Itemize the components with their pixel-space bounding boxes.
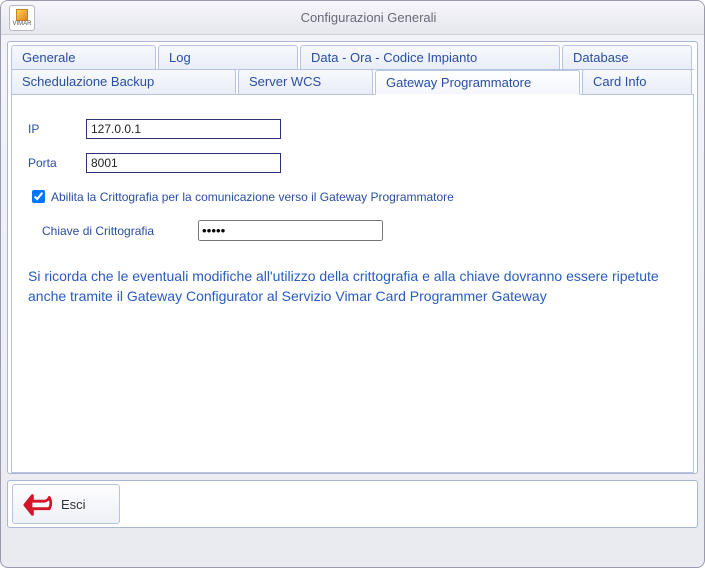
enable-crypto-label: Abilita la Crittografia per la comunicaz… — [51, 190, 454, 204]
tab-content: IP Porta Abilita la Crittografia per la … — [11, 95, 694, 473]
titlebar: VIMAR Configurazioni Generali — [1, 1, 704, 35]
crypto-note: Si ricorda che le eventuali modifiche al… — [28, 267, 668, 306]
crypto-key-label: Chiave di Crittografia — [28, 224, 198, 238]
porta-label: Porta — [28, 156, 86, 170]
tab-card-info[interactable]: Card Info — [582, 69, 692, 94]
window-title: Configurazioni Generali — [41, 10, 696, 25]
ip-label: IP — [28, 122, 86, 136]
tab-schedulazione-backup[interactable]: Schedulazione Backup — [11, 69, 236, 94]
crypto-key-input[interactable] — [198, 220, 383, 241]
tab-database[interactable]: Database — [562, 45, 692, 69]
ip-input[interactable] — [86, 119, 281, 139]
tab-gateway-programmatore[interactable]: Gateway Programmatore — [375, 70, 580, 95]
tab-row-1: Generale Log Data - Ora - Codice Impiant… — [11, 45, 694, 70]
tab-log[interactable]: Log — [158, 45, 298, 69]
back-arrow-icon — [23, 491, 53, 517]
tab-data-ora[interactable]: Data - Ora - Codice Impianto — [300, 45, 560, 69]
tab-server-wcs[interactable]: Server WCS — [238, 69, 373, 94]
row-crypto-key: Chiave di Crittografia — [28, 220, 677, 241]
window: VIMAR Configurazioni Generali Generale L… — [0, 0, 705, 568]
enable-crypto-row[interactable]: Abilita la Crittografia per la comunicaz… — [28, 187, 677, 206]
exit-button-label: Esci — [61, 497, 86, 512]
footer-panel: Esci — [7, 480, 698, 528]
row-ip: IP — [28, 119, 677, 139]
enable-crypto-checkbox[interactable] — [32, 190, 45, 203]
exit-button[interactable]: Esci — [12, 484, 120, 524]
tab-generale[interactable]: Generale — [11, 45, 156, 69]
tab-row-2: Schedulazione Backup Server WCS Gateway … — [11, 69, 694, 95]
app-logo-icon: VIMAR — [9, 5, 35, 31]
porta-input[interactable] — [86, 153, 281, 173]
main-panel: Generale Log Data - Ora - Codice Impiant… — [7, 41, 698, 474]
row-porta: Porta — [28, 153, 677, 173]
